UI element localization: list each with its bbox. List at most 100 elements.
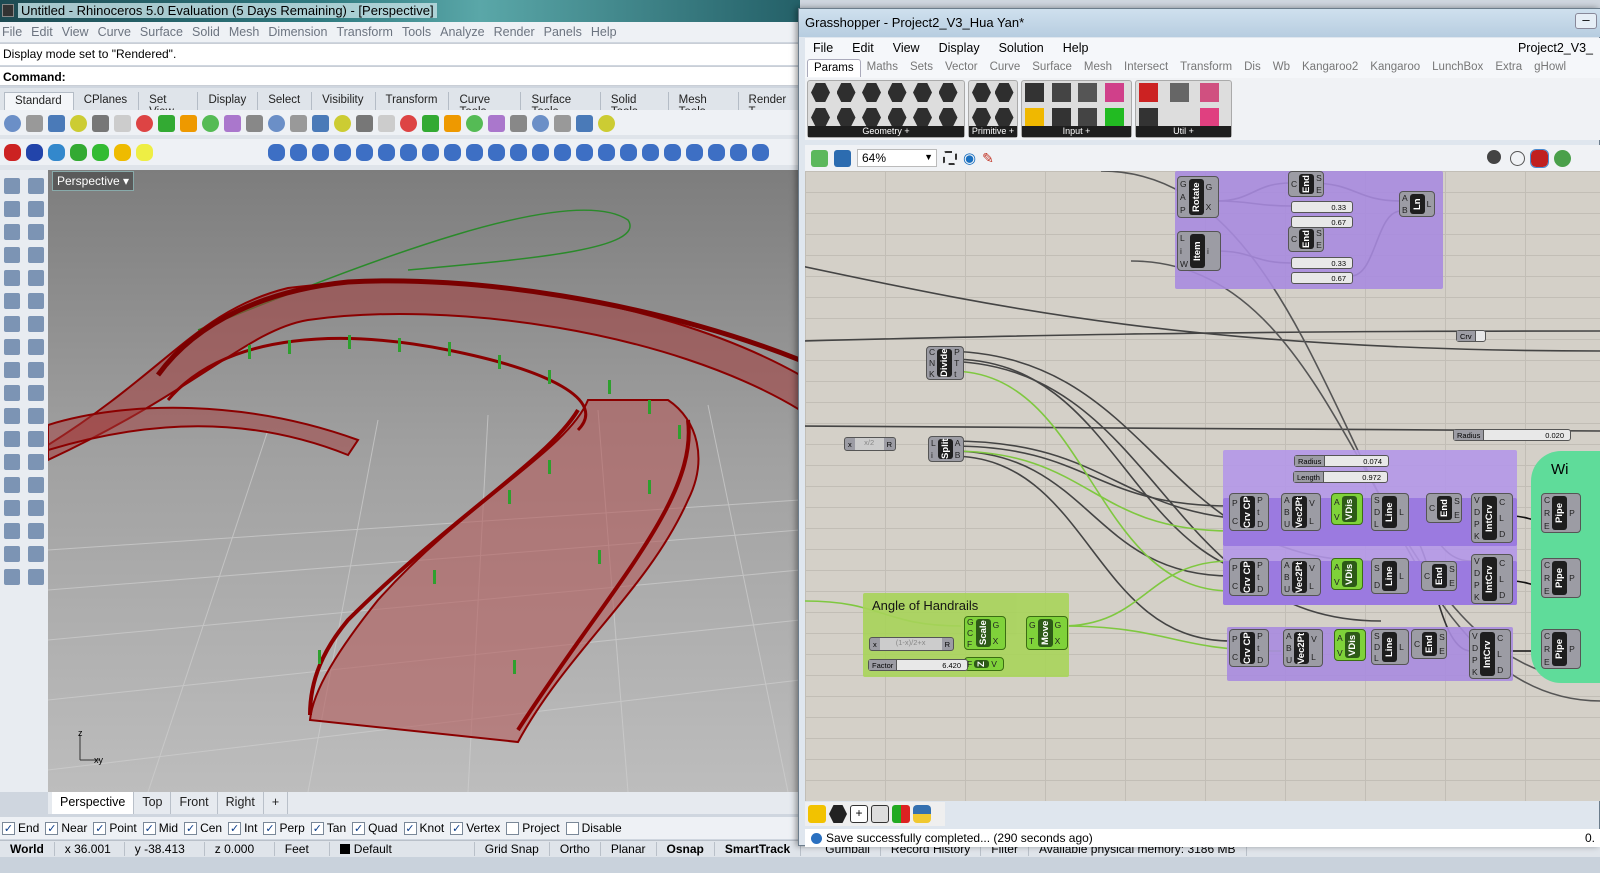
output-param[interactable]: E <box>1439 646 1445 656</box>
input-param[interactable]: L <box>931 438 936 448</box>
light-icon[interactable] <box>444 114 461 132</box>
slider-crv[interactable]: Crv <box>1456 330 1486 342</box>
input-param[interactable]: i <box>1180 246 1188 256</box>
component-pipe[interactable]: C R E Pipe P <box>1541 558 1581 598</box>
output-param[interactable]: G <box>1055 620 1062 630</box>
menu-file[interactable]: File <box>2 25 22 42</box>
output-param[interactable]: L <box>1309 516 1315 526</box>
input-param[interactable]: C <box>1232 516 1238 526</box>
preview-selected-icon[interactable] <box>1530 148 1549 168</box>
input-param[interactable]: E <box>1544 657 1550 667</box>
input-param[interactable]: C <box>1232 652 1238 662</box>
input-param[interactable]: T <box>1029 636 1036 646</box>
viewport-tab-right[interactable]: Right <box>218 792 264 814</box>
component-line[interactable]: S D L Line L <box>1371 493 1409 531</box>
save-icon[interactable] <box>48 114 65 132</box>
component-vdis[interactable]: A V VDis <box>1331 493 1363 525</box>
component-icon[interactable] <box>972 108 991 127</box>
gh-tab-ghowl[interactable]: gHowl <box>1528 59 1572 77</box>
component-icon[interactable] <box>811 83 830 102</box>
gh-menu-edit[interactable]: Edit <box>852 41 874 55</box>
input-param[interactable]: C <box>967 628 974 638</box>
gh-canvas[interactable]: Angle of Handrails Wi G A P Rotate G X Li W Item i C… <box>805 171 1600 801</box>
tab-solid-tools[interactable]: Solid Tools <box>601 92 669 118</box>
component-icon[interactable] <box>1051 83 1071 102</box>
left-tool-icon[interactable] <box>28 293 44 309</box>
component-icon[interactable] <box>1139 108 1158 127</box>
component-icon[interactable] <box>1200 108 1220 127</box>
output-param[interactable]: E <box>1316 240 1322 250</box>
input-param[interactable]: D <box>1374 507 1380 517</box>
component-icon[interactable] <box>1169 83 1189 102</box>
input-param[interactable]: P <box>1474 580 1480 590</box>
input-param[interactable]: C <box>1232 581 1238 591</box>
osnap-icon[interactable] <box>400 114 417 132</box>
tab-cplanes[interactable]: CPlanes <box>74 92 140 110</box>
left-tool-icon[interactable] <box>28 385 44 401</box>
output-param[interactable]: P <box>1569 644 1575 654</box>
input-param[interactable]: W <box>1180 259 1188 269</box>
minimize-button[interactable]: – <box>1575 13 1597 29</box>
gh-tab-kangaroo[interactable]: Kangaroo <box>1364 59 1426 77</box>
left-tool-icon[interactable] <box>4 293 20 309</box>
component-icon[interactable] <box>994 108 1014 127</box>
component-vec2pt[interactable]: A B U Vec2Pt V L <box>1281 493 1321 531</box>
input-param[interactable]: P <box>1232 563 1238 573</box>
output-param[interactable]: S <box>1439 632 1445 642</box>
left-tool-icon[interactable] <box>28 178 44 194</box>
component-divide[interactable]: C N K Divide P Tt <box>926 346 964 380</box>
material-icon[interactable] <box>488 114 505 132</box>
ortho-toggle[interactable]: Ortho <box>550 842 601 856</box>
output-param[interactable]: X <box>1206 202 1213 212</box>
left-tool-icon[interactable] <box>28 247 44 263</box>
paste-icon[interactable] <box>158 114 175 132</box>
python-icon[interactable] <box>913 805 931 823</box>
solid-tool-icon[interactable] <box>554 143 571 161</box>
sphere-icon[interactable] <box>532 114 549 132</box>
input-param[interactable]: P <box>1232 498 1238 508</box>
left-tool-icon[interactable] <box>28 500 44 516</box>
solid-tool-icon[interactable] <box>730 143 747 161</box>
menu-view[interactable]: View <box>62 25 89 42</box>
component-vdis[interactable]: A V VDis <box>1334 629 1366 661</box>
output-param[interactable]: V <box>1311 634 1317 644</box>
input-param[interactable]: K <box>1472 667 1478 677</box>
output-param[interactable]: P <box>954 347 960 357</box>
viewport-tab-front[interactable]: Front <box>171 792 218 814</box>
output-param[interactable]: S <box>1449 564 1455 574</box>
osnap-checkbox[interactable]: ✓ <box>2 821 15 835</box>
open-file-icon[interactable] <box>811 149 828 167</box>
osnap-checkbox[interactable]: ✓ <box>450 821 464 835</box>
input-param[interactable]: D <box>1474 507 1480 517</box>
cluster-icon[interactable] <box>892 805 910 823</box>
output-param[interactable]: P <box>1569 508 1575 518</box>
menu-curve[interactable]: Curve <box>98 25 131 42</box>
input-param[interactable]: C <box>1291 179 1297 189</box>
osnap-point[interactable]: ✓ Point <box>93 821 137 835</box>
smarttrack-toggle[interactable]: SmartTrack <box>715 842 802 856</box>
solid-tool-icon[interactable] <box>114 143 131 161</box>
osnap-cen[interactable]: ✓ Cen <box>184 821 222 835</box>
output-param[interactable]: i <box>1207 246 1209 256</box>
output-param[interactable]: E <box>1449 578 1455 588</box>
output-param[interactable]: L <box>1399 571 1404 581</box>
input-param[interactable]: F <box>967 639 974 649</box>
component-end[interactable]: C End S E <box>1426 493 1462 523</box>
input-param[interactable]: K <box>1474 592 1480 602</box>
output-param[interactable]: D <box>1499 529 1505 539</box>
output-param[interactable]: E <box>1316 185 1322 195</box>
rotate-view-icon[interactable] <box>224 114 241 132</box>
input-param[interactable]: i <box>931 450 936 460</box>
left-tool-icon[interactable] <box>28 362 44 378</box>
output-param[interactable]: C <box>1499 497 1505 507</box>
units-status[interactable]: Feet <box>275 842 330 856</box>
output-param[interactable]: L <box>1497 649 1503 659</box>
gh-menu-solution[interactable]: Solution <box>999 41 1044 55</box>
input-param[interactable]: L <box>1180 233 1188 243</box>
component-crv-cp[interactable]: P C Crv CP Pt D <box>1229 493 1269 531</box>
osnap-checkbox[interactable]: ✓ <box>403 821 417 835</box>
output-param[interactable]: T <box>954 358 960 368</box>
osnap-checkbox[interactable]: ✓ <box>45 821 59 835</box>
input-param[interactable]: C <box>1429 503 1435 513</box>
left-tool-icon[interactable] <box>4 339 20 355</box>
